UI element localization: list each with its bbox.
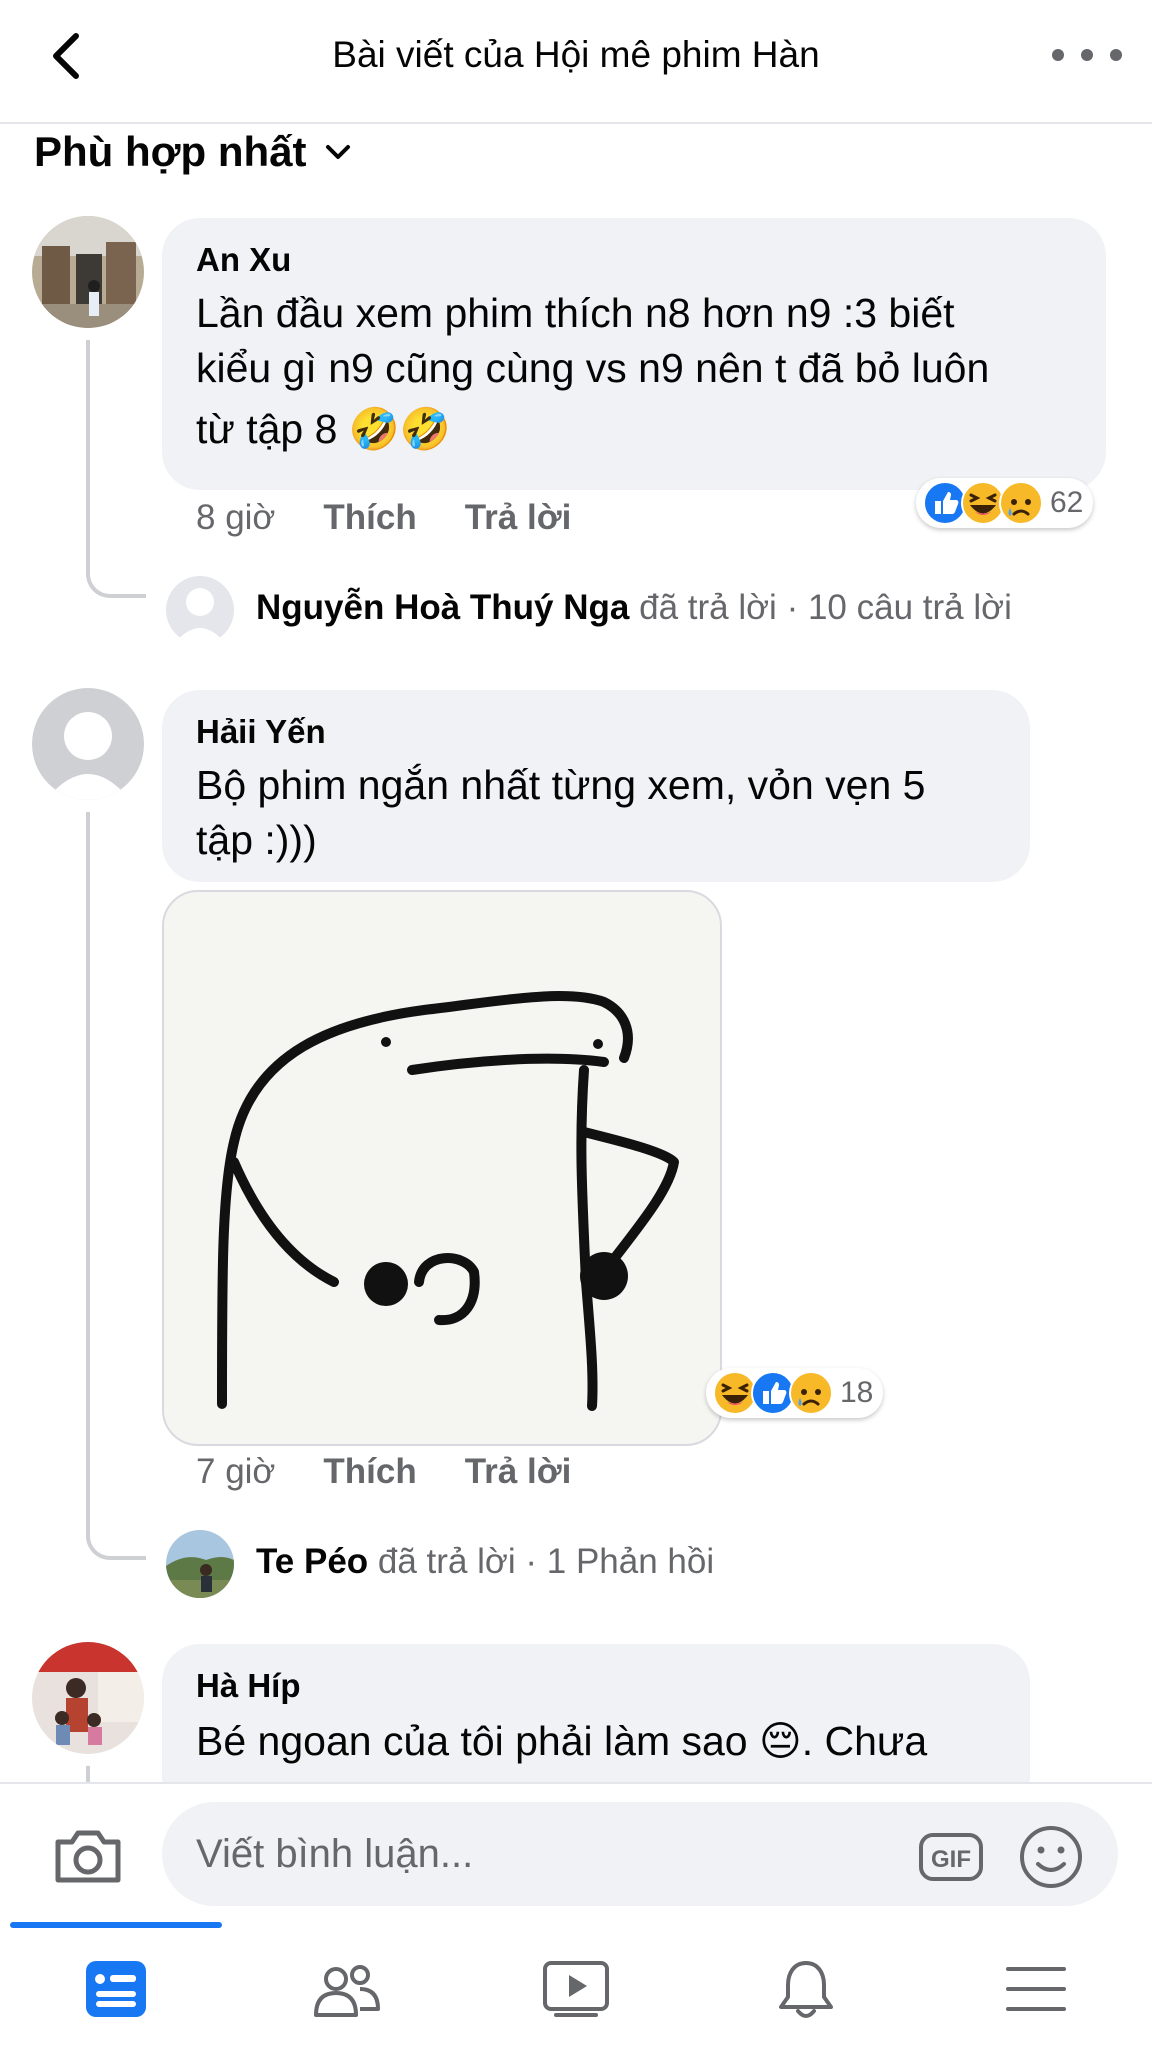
profile-photo-icon <box>166 1530 234 1598</box>
tab-watch[interactable] <box>536 1952 616 2026</box>
comment-composer: GIF <box>0 1782 1152 1924</box>
tab-menu[interactable] <box>996 1952 1076 2026</box>
active-tab-indicator <box>10 1922 222 1928</box>
default-avatar-icon <box>32 688 144 800</box>
gif-icon: GIF <box>919 1833 983 1881</box>
sticker-image[interactable] <box>162 890 722 1446</box>
comment-text: Bé ngoan của tôi phải làm sao 😔. Chưa <box>196 1714 927 1769</box>
dot-icon <box>1052 49 1064 61</box>
news-feed-icon <box>86 1961 146 2017</box>
bottom-navigation <box>0 1922 1152 2048</box>
emoji-button[interactable] <box>1018 1824 1084 1890</box>
thread-line <box>86 340 146 598</box>
replier-name: Te Péo <box>256 1542 369 1581</box>
avatar[interactable] <box>32 1642 144 1754</box>
comment-time: 7 giờ <box>196 1452 276 1491</box>
sort-dropdown[interactable]: Phù hợp nhất <box>34 124 353 180</box>
avatar[interactable] <box>166 1530 234 1598</box>
dot-icon <box>1081 49 1093 61</box>
top-bar: Bài viết của Hội mê phim Hàn <box>0 0 1152 124</box>
chevron-down-icon <box>325 145 350 159</box>
back-button[interactable] <box>40 26 100 86</box>
like-button[interactable]: Thích <box>323 498 416 538</box>
watch-icon <box>543 1961 609 2017</box>
comment-text: Lần đầu xem phim thích n8 hơn n9 :3 biết… <box>196 286 989 457</box>
comment-time: 8 giờ <box>196 498 276 537</box>
sad-icon <box>999 481 1043 525</box>
gif-label: GIF <box>931 1846 971 1873</box>
comment-text-line: từ tập 8 🤣🤣 <box>196 406 451 452</box>
friends-icon <box>314 1965 380 2017</box>
reply-action: đã trả lời <box>377 1542 516 1581</box>
comment-text-line: Bộ phim ngắn nhất từng xem, vỏn vẹn 5 <box>196 762 926 808</box>
comment-author[interactable]: An Xu <box>196 240 291 280</box>
comment-text-line: kiểu gì n9 cũng cùng vs n9 nên t đã bỏ l… <box>196 345 990 391</box>
comment-text: Bộ phim ngắn nhất từng xem, vỏn vẹn 5 tậ… <box>196 758 925 868</box>
view-replies-link[interactable]: Te Péo đã trả lời · 1 Phản hồi <box>256 1540 714 1584</box>
thread-line <box>86 1766 90 1782</box>
sort-label: Phù hợp nhất <box>34 128 307 175</box>
default-avatar-icon <box>166 576 234 644</box>
like-button[interactable]: Thích <box>323 1452 416 1492</box>
comment-actions: 7 giờ Thích Trả lời <box>196 1452 571 1492</box>
avatar[interactable] <box>32 688 144 800</box>
avatar[interactable] <box>32 216 144 328</box>
comment-author[interactable]: Hảii Yến <box>196 712 326 752</box>
comment-actions: 8 giờ Thích Trả lời <box>196 498 571 538</box>
comment-bubble[interactable]: An Xu Lần đầu xem phim thích n8 hơn n9 :… <box>162 218 1106 490</box>
reply-count: · 1 Phản hồi <box>525 1542 715 1581</box>
page-title: Bài viết của Hội mê phim Hàn <box>332 34 820 75</box>
tab-notifications[interactable] <box>766 1952 846 2026</box>
avatar[interactable] <box>166 576 234 644</box>
profile-photo-icon <box>32 1642 144 1754</box>
camera-button[interactable] <box>52 1826 124 1886</box>
reply-action: đã trả lời <box>639 588 777 627</box>
gif-button[interactable]: GIF <box>918 1832 984 1882</box>
comment-text-line: Bé ngoan của tôi phải làm sao 😔. Chưa <box>196 1718 928 1764</box>
reply-button[interactable]: Trả lời <box>465 1452 572 1492</box>
drawing-sticker <box>217 991 679 1411</box>
reaction-count: 18 <box>840 1376 874 1409</box>
sad-icon <box>789 1371 833 1415</box>
more-options-button[interactable] <box>1052 30 1122 80</box>
camera-icon <box>55 1830 121 1883</box>
profile-photo-icon <box>32 216 144 328</box>
reaction-count: 62 <box>1050 486 1084 519</box>
bell-icon <box>779 1961 833 2018</box>
reply-count: · 10 câu trả lời <box>786 588 1012 627</box>
comment-text-line: Lần đầu xem phim thích n8 hơn n9 :3 biết <box>196 290 955 336</box>
replier-name: Nguyễn Hoà Thuý Nga <box>256 588 630 627</box>
reply-button[interactable]: Trả lời <box>465 498 572 538</box>
thread-line <box>86 812 146 1560</box>
reaction-summary[interactable]: 18 <box>706 1368 884 1418</box>
dot-icon <box>1110 49 1122 61</box>
view-replies-link[interactable]: Nguyễn Hoà Thuý Nga đã trả lời · 10 câu … <box>256 586 1012 630</box>
comment-text-line: tập :))) <box>196 817 317 863</box>
tab-friends[interactable] <box>306 1952 386 2026</box>
comment-bubble[interactable]: Hảii Yến Bộ phim ngắn nhất từng xem, vỏn… <box>162 690 1030 882</box>
chevron-left-icon <box>53 33 79 79</box>
smiley-icon <box>1020 1826 1082 1888</box>
tab-news-feed[interactable] <box>76 1952 156 2026</box>
comment-author[interactable]: Hà Híp <box>196 1666 301 1706</box>
hamburger-menu-icon <box>1006 1967 1066 2011</box>
reaction-summary[interactable]: 62 <box>916 478 1094 528</box>
